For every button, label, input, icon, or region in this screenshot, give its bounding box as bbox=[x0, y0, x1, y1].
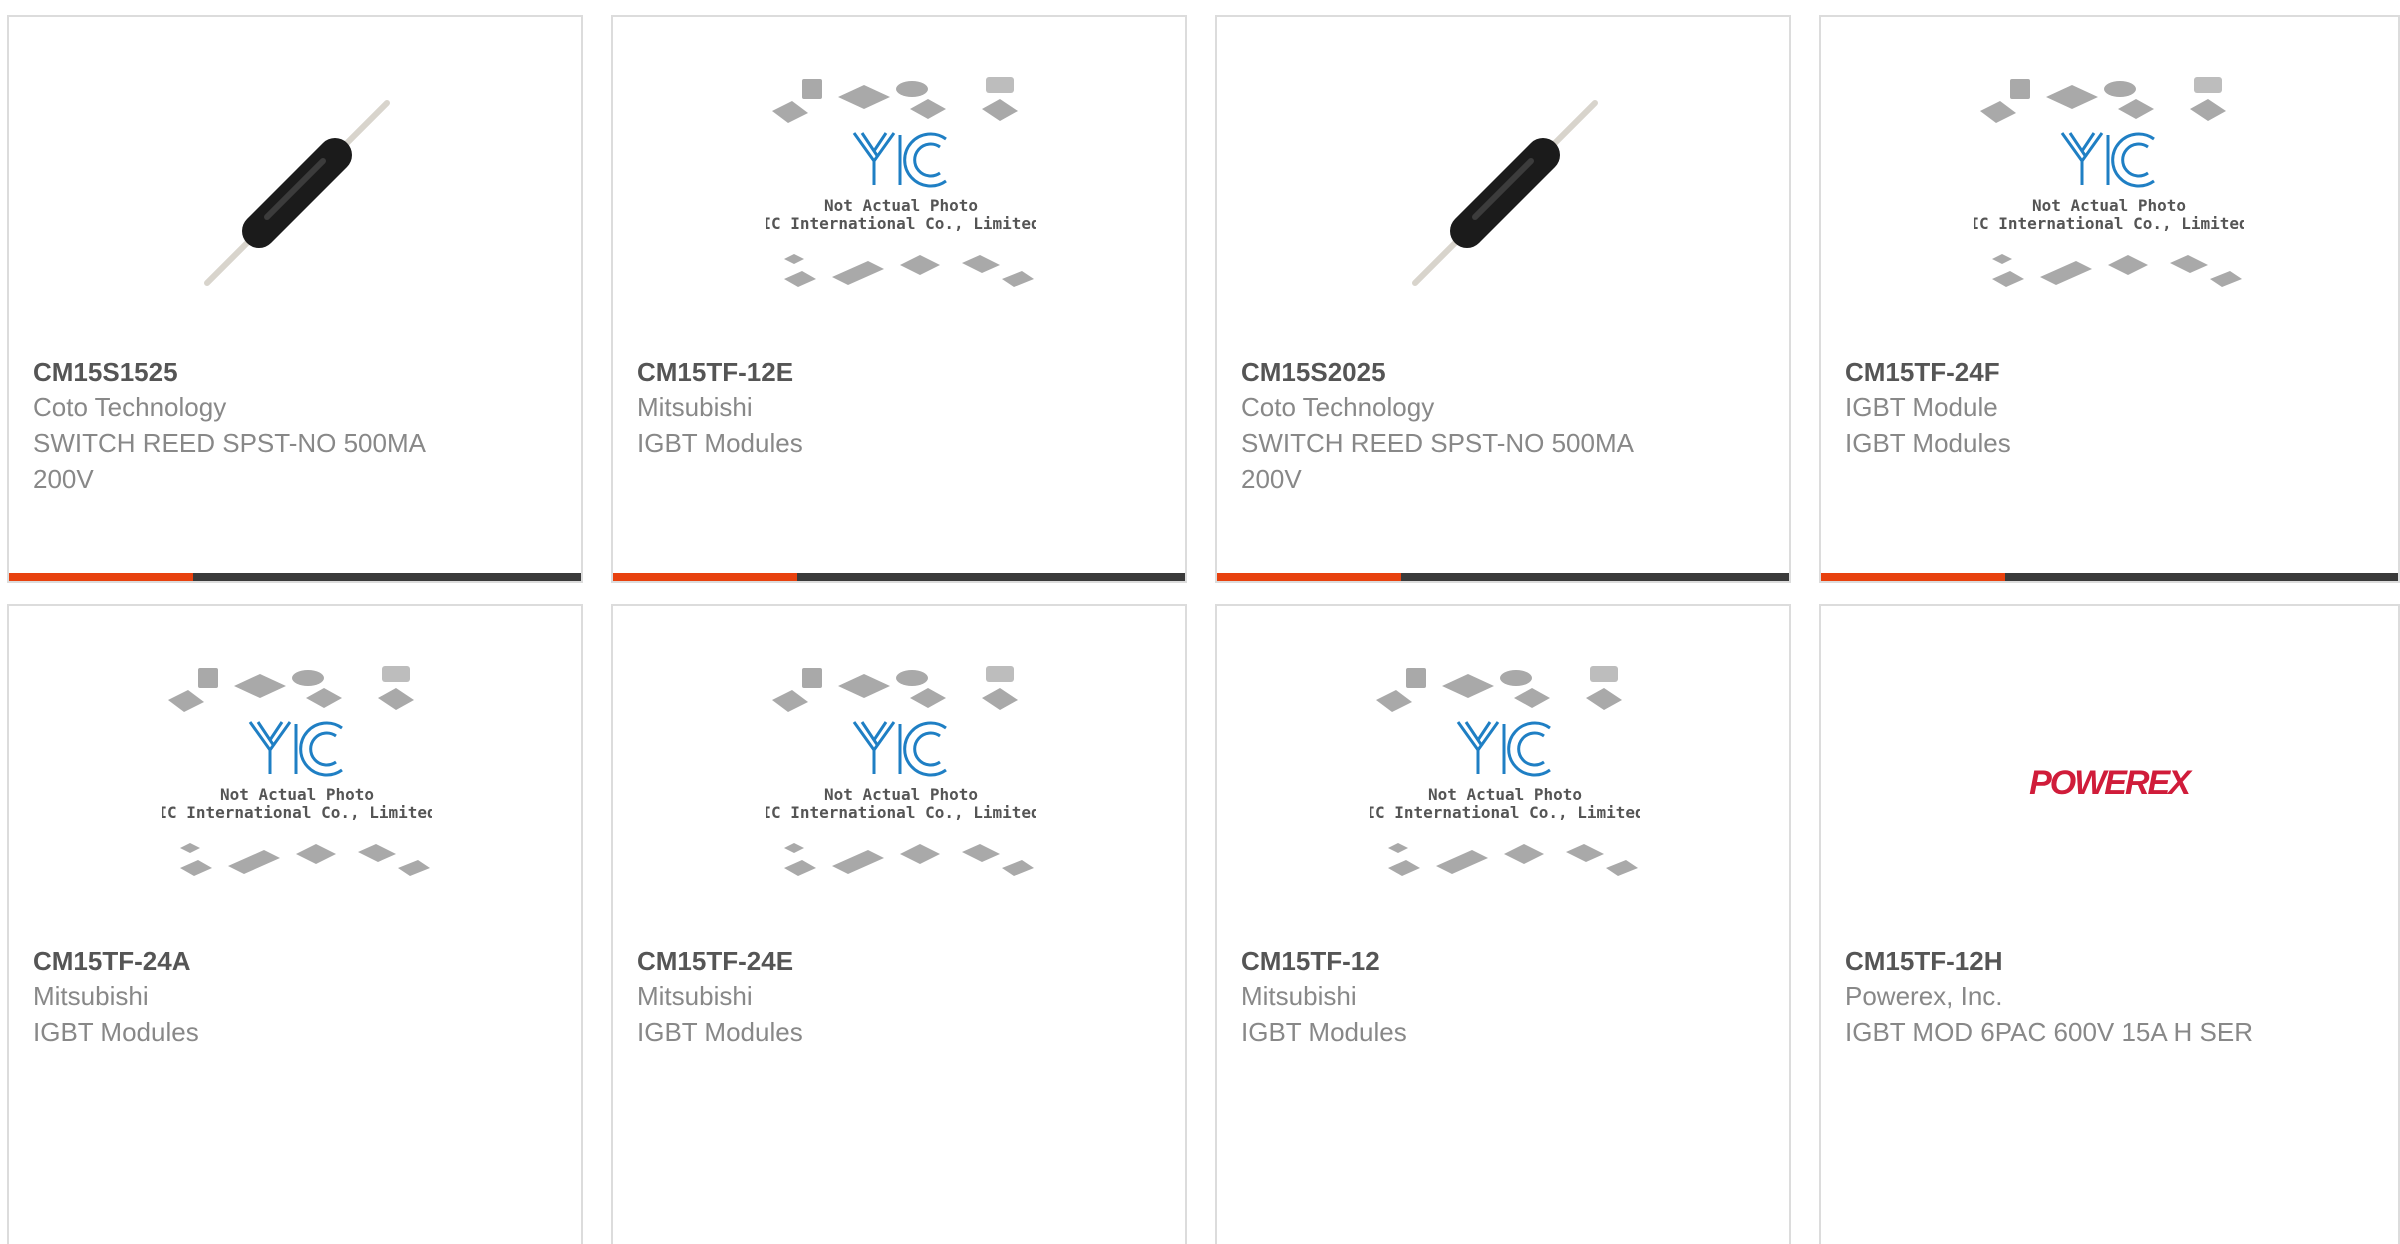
description: IGBT MOD 6PAC 600V 15A H SER bbox=[1845, 1017, 2253, 1047]
card-bottom-accent bbox=[613, 573, 797, 581]
part-number[interactable]: CM15S2025 bbox=[1241, 355, 1765, 389]
card-bottom-bar bbox=[613, 573, 1185, 581]
description: IGBT Modules bbox=[1241, 1017, 1407, 1047]
reed-switch-icon bbox=[1412, 100, 1598, 286]
manufacturer: Mitsubishi bbox=[637, 981, 753, 1011]
part-number[interactable]: CM15S1525 bbox=[33, 355, 557, 389]
manufacturer: Coto Technology bbox=[1241, 392, 1435, 422]
product-image: Not Actual Photo YIC International Co., … bbox=[1217, 662, 1789, 902]
manufacturer: Mitsubishi bbox=[637, 392, 753, 422]
placeholder-line1: Not Actual Photo bbox=[2032, 196, 2186, 215]
product-image bbox=[9, 73, 581, 313]
product-image: Not Actual Photo YIC International Co., … bbox=[613, 73, 1185, 313]
product-card[interactable]: Not Actual Photo YIC International Co., … bbox=[1215, 604, 1791, 1244]
powerex-logo-text: POWEREX bbox=[2029, 764, 2193, 802]
product-grid: CM15S1525 Coto Technology SWITCH REED SP… bbox=[0, 0, 2400, 1244]
placeholder-photo-icon: Not Actual Photo YIC International Co., … bbox=[1974, 77, 2244, 287]
placeholder-line1: Not Actual Photo bbox=[824, 196, 978, 215]
yic-logo-icon bbox=[852, 721, 947, 777]
part-number[interactable]: CM15TF-12 bbox=[1241, 944, 1765, 978]
placeholder-line2: YIC International Co., Limited. bbox=[162, 803, 432, 822]
card-bottom-accent bbox=[1217, 573, 1401, 581]
manufacturer: IGBT Module bbox=[1845, 392, 1998, 422]
placeholder-photo-icon: Not Actual Photo YIC International Co., … bbox=[766, 77, 1036, 287]
powerex-logo-icon: POWEREX bbox=[2029, 764, 2195, 802]
product-card[interactable]: CM15S1525 Coto Technology SWITCH REED SP… bbox=[7, 15, 583, 583]
product-card[interactable]: Not Actual Photo YIC International Co., … bbox=[7, 604, 583, 1244]
part-number[interactable]: CM15TF-24E bbox=[637, 944, 1161, 978]
product-card[interactable]: Not Actual Photo YIC International Co., … bbox=[1819, 15, 2400, 583]
description: IGBT Modules bbox=[637, 1017, 803, 1047]
product-card[interactable]: Not Actual Photo YIC International Co., … bbox=[611, 604, 1187, 1244]
manufacturer: Mitsubishi bbox=[1241, 981, 1357, 1011]
placeholder-line1: Not Actual Photo bbox=[1428, 785, 1582, 804]
placeholder-photo-icon: Not Actual Photo YIC International Co., … bbox=[162, 666, 432, 876]
card-bottom-accent bbox=[9, 573, 193, 581]
product-image: Not Actual Photo YIC International Co., … bbox=[613, 662, 1185, 902]
card-bottom-bar bbox=[9, 573, 581, 581]
product-image: Not Actual Photo YIC International Co., … bbox=[9, 662, 581, 902]
yic-logo-icon bbox=[248, 721, 343, 777]
yic-logo-icon bbox=[1456, 721, 1551, 777]
part-number[interactable]: CM15TF-12H bbox=[1845, 944, 2374, 978]
product-card[interactable]: POWEREX CM15TF-12H Powerex, Inc. IGBT MO… bbox=[1819, 604, 2400, 1244]
description: SWITCH REED SPST-NO 500MA 200V bbox=[33, 428, 425, 494]
placeholder-line2: YIC International Co., Limited. bbox=[766, 214, 1036, 233]
product-card[interactable]: CM15S2025 Coto Technology SWITCH REED SP… bbox=[1215, 15, 1791, 583]
description: IGBT Modules bbox=[33, 1017, 199, 1047]
description: SWITCH REED SPST-NO 500MA 200V bbox=[1241, 428, 1633, 494]
card-bottom-bar bbox=[1821, 573, 2398, 581]
placeholder-photo-icon: Not Actual Photo YIC International Co., … bbox=[1370, 666, 1640, 876]
product-image bbox=[1217, 73, 1789, 313]
part-number[interactable]: CM15TF-24A bbox=[33, 944, 557, 978]
card-bottom-bar bbox=[1217, 573, 1789, 581]
placeholder-line2: YIC International Co., Limited. bbox=[1974, 214, 2244, 233]
manufacturer: Mitsubishi bbox=[33, 981, 149, 1011]
placeholder-line2: YIC International Co., Limited. bbox=[1370, 803, 1640, 822]
reed-switch-icon bbox=[204, 100, 390, 286]
yic-logo-icon bbox=[852, 132, 947, 188]
product-image: POWEREX bbox=[1821, 662, 2397, 902]
placeholder-line2: YIC International Co., Limited. bbox=[766, 803, 1036, 822]
part-number[interactable]: CM15TF-12E bbox=[637, 355, 1161, 389]
manufacturer: Powerex, Inc. bbox=[1845, 981, 2003, 1011]
placeholder-line1: Not Actual Photo bbox=[824, 785, 978, 804]
description: IGBT Modules bbox=[1845, 428, 2011, 458]
description: IGBT Modules bbox=[637, 428, 803, 458]
product-card[interactable]: Not Actual Photo YIC International Co., … bbox=[611, 15, 1187, 583]
yic-logo-icon bbox=[2060, 132, 2155, 188]
product-image: Not Actual Photo YIC International Co., … bbox=[1821, 73, 2397, 313]
part-number[interactable]: CM15TF-24F bbox=[1845, 355, 2374, 389]
placeholder-photo-icon: Not Actual Photo YIC International Co., … bbox=[766, 666, 1036, 876]
manufacturer: Coto Technology bbox=[33, 392, 227, 422]
placeholder-line1: Not Actual Photo bbox=[220, 785, 374, 804]
card-bottom-accent bbox=[1821, 573, 2005, 581]
